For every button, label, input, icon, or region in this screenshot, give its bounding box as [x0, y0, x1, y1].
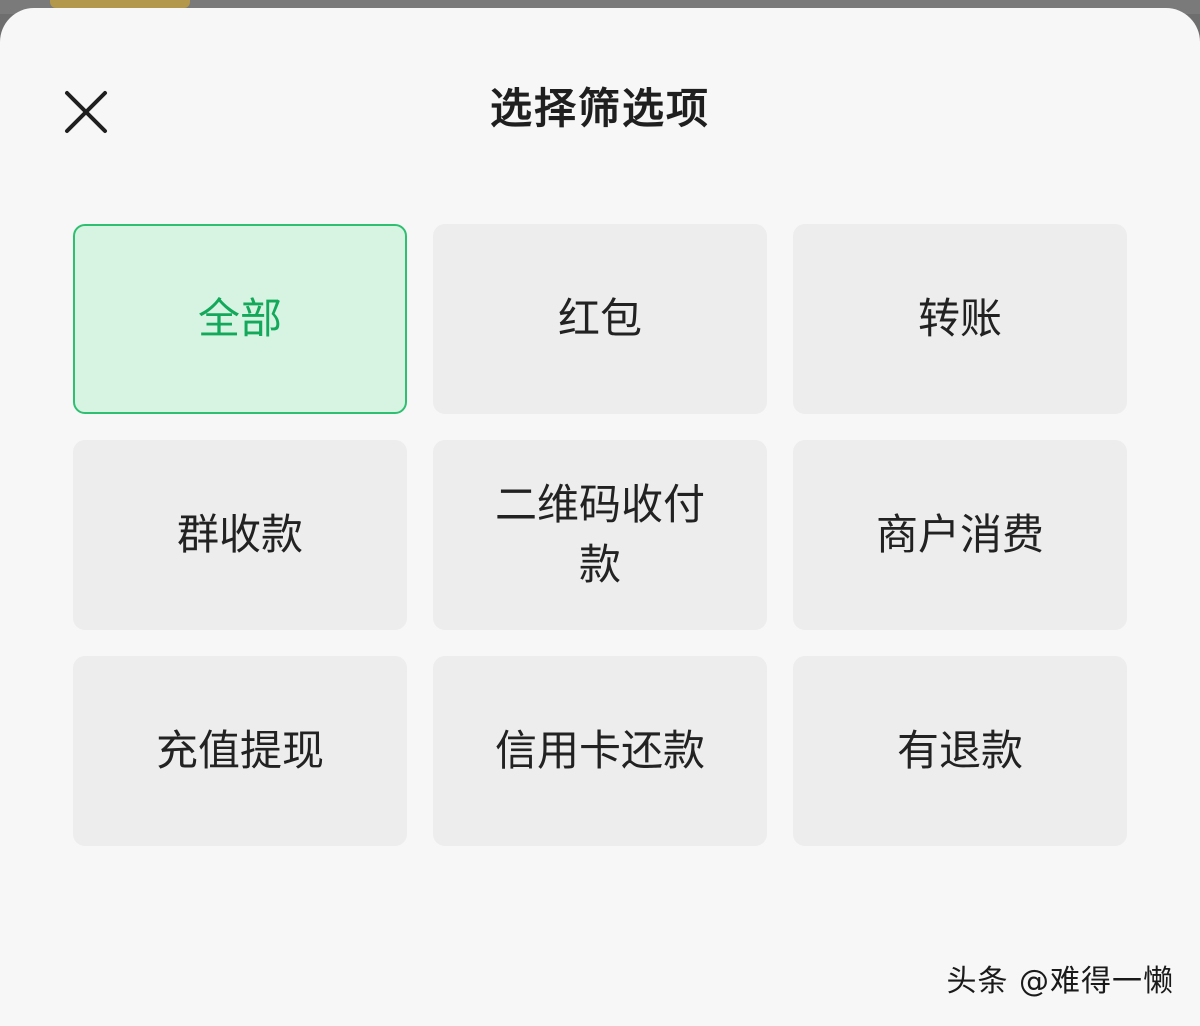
filter-options-grid: 全部 红包 转账 群收款 二维码收付款 商户消费 充值提现 信用卡还款 有退款	[73, 224, 1127, 846]
filter-option-label: 群收款	[176, 510, 303, 559]
filter-option-red-packet[interactable]: 红包	[433, 224, 767, 414]
filter-option-topup-withdraw[interactable]: 充值提现	[73, 656, 407, 846]
filter-option-merchant-purchase[interactable]: 商户消费	[793, 440, 1127, 630]
filter-option-label: 二维码收付款	[494, 480, 705, 589]
sheet-title: 选择筛选项	[489, 84, 710, 133]
watermark: 头条 @难得一懒	[946, 964, 1174, 999]
filter-option-transfer[interactable]: 转账	[793, 224, 1127, 414]
filter-option-label: 有退款	[896, 726, 1023, 775]
filter-option-label: 信用卡还款	[494, 726, 705, 775]
filter-option-label: 充值提现	[155, 726, 324, 775]
filter-option-label: 商户消费	[875, 510, 1044, 559]
filter-sheet: 选择筛选项 全部 红包 转账 群收款 二维码收付款 商户消费 充值提现 信用卡还…	[0, 8, 1200, 1026]
filter-option-refund[interactable]: 有退款	[793, 656, 1127, 846]
filter-option-label: 转账	[917, 294, 1002, 343]
filter-option-label: 全部	[197, 294, 282, 343]
background-decoration	[50, 0, 190, 8]
filter-option-all[interactable]: 全部	[73, 224, 407, 414]
filter-option-label: 红包	[557, 294, 642, 343]
filter-option-qr-payment[interactable]: 二维码收付款	[433, 440, 767, 630]
filter-option-credit-card-repayment[interactable]: 信用卡还款	[433, 656, 767, 846]
filter-option-group-collection[interactable]: 群收款	[73, 440, 407, 630]
